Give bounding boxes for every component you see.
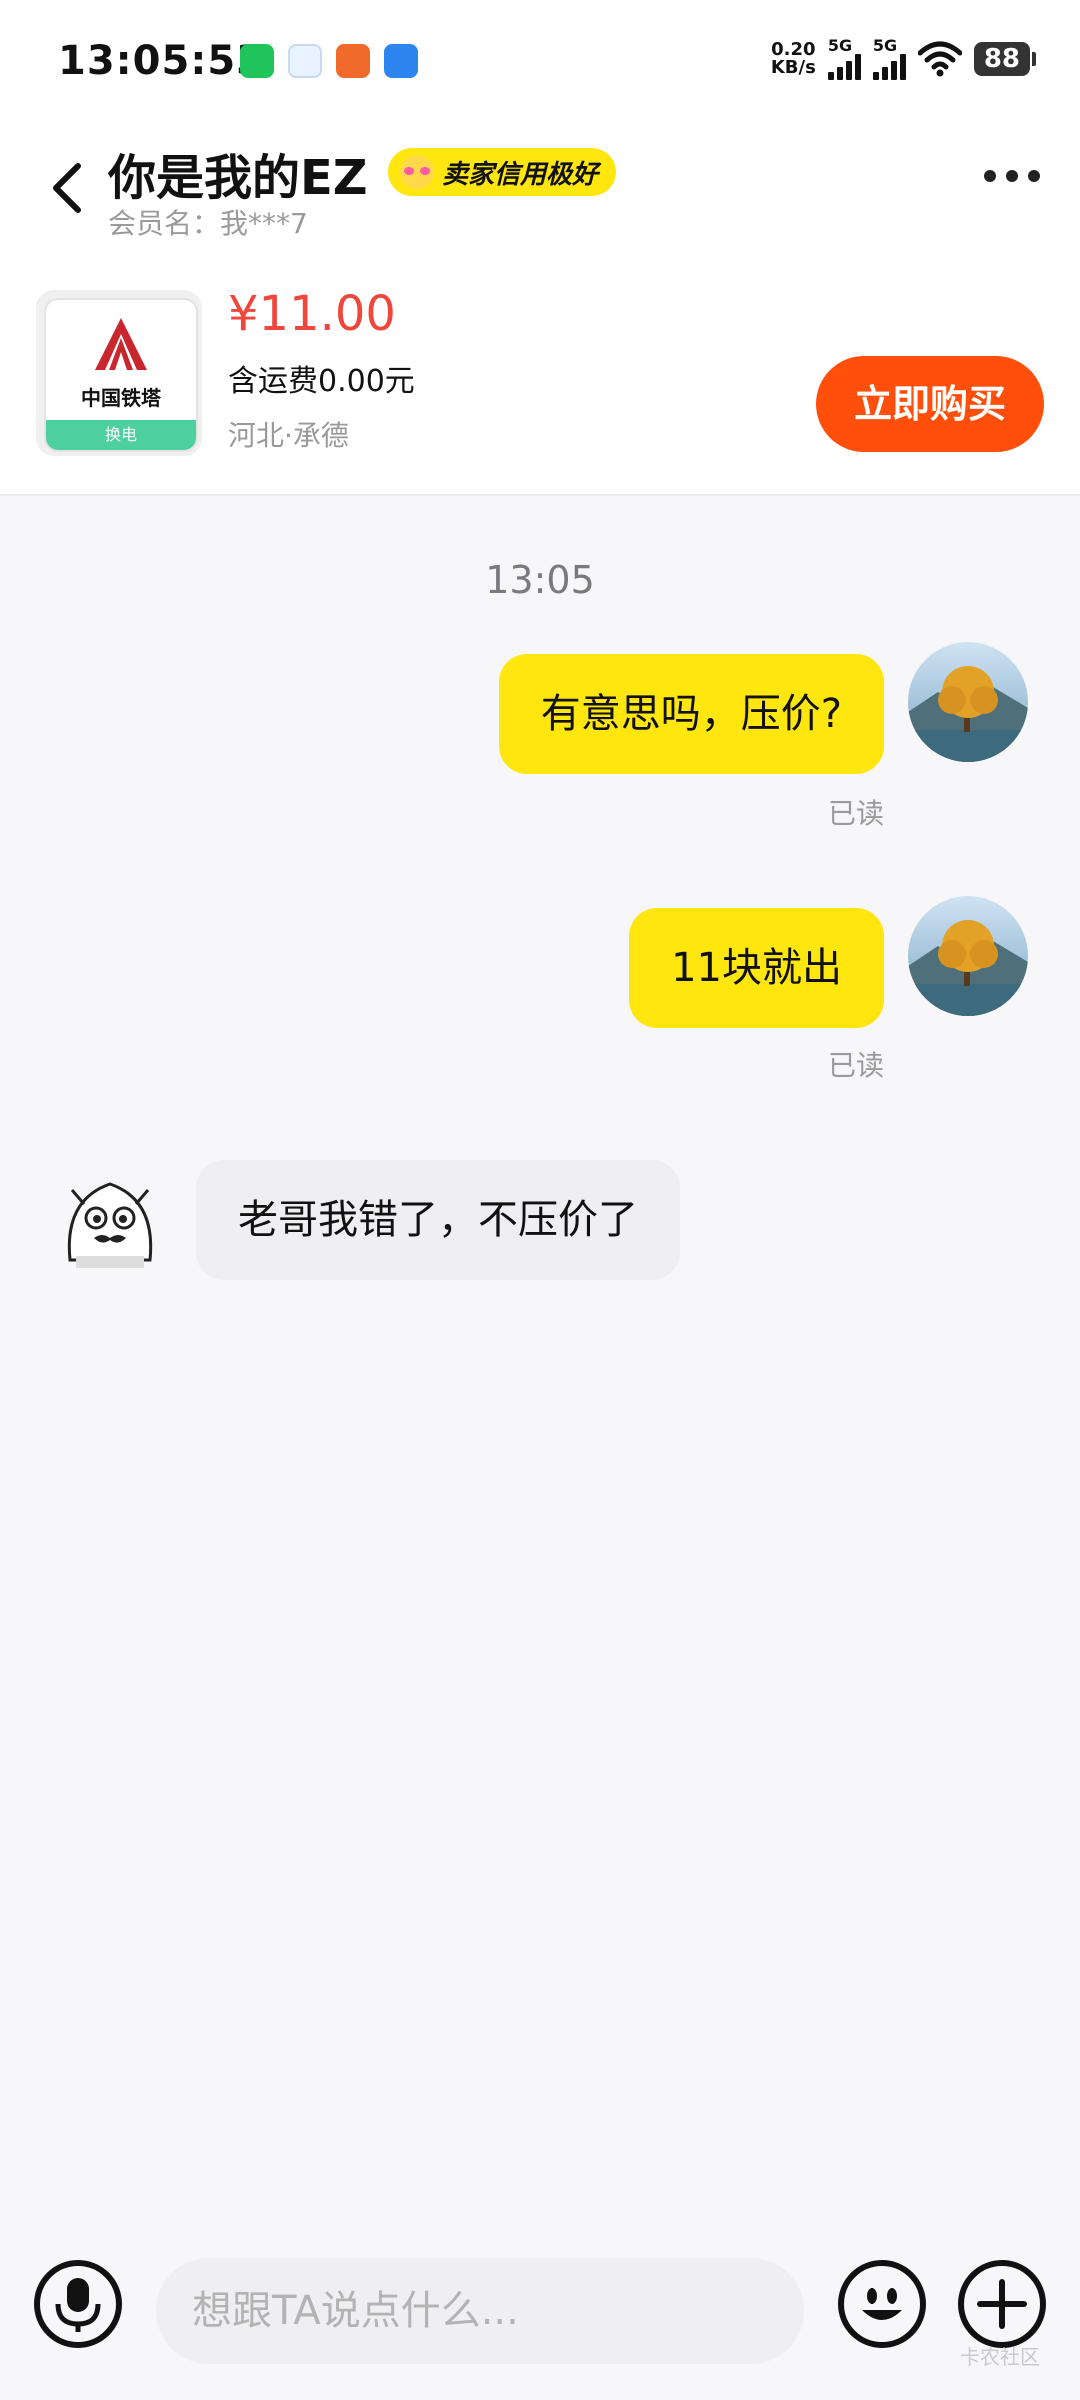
cartoon-avatar-icon (67, 1182, 153, 1268)
notification-icons (240, 44, 418, 78)
wifi-icon (917, 41, 962, 77)
outgoing-message[interactable]: 有意思吗，压价? (498, 654, 884, 774)
status-bar: 13:05:53 0.20 KB/s 5G 5G 88 (0, 0, 1080, 130)
time-separator: 13:05 (485, 558, 595, 602)
status-time: 13:05:53 (58, 38, 265, 84)
my-avatar[interactable] (908, 642, 1028, 762)
product-thumb-footer: 换电 (46, 420, 196, 450)
tower-logo-icon (95, 318, 147, 370)
seller-avatar[interactable] (50, 1160, 170, 1280)
read-status: 已读 (828, 797, 885, 830)
buy-now-button[interactable]: 立即购买 (816, 356, 1044, 452)
more-options-icon[interactable] (984, 170, 1040, 182)
product-price: ¥11.00 (228, 286, 396, 342)
input-bar: 卡农社区 (0, 2230, 1080, 2400)
network-speed-unit: KB/s (770, 57, 816, 78)
heart-eyes-icon (400, 155, 434, 189)
watermark: 卡农社区 (960, 2345, 1040, 2369)
back-arrow-icon[interactable] (40, 158, 100, 218)
emoji-button[interactable] (838, 2260, 926, 2348)
outgoing-message[interactable]: 11块就出 (629, 908, 884, 1028)
product-location: 河北·承德 (228, 419, 349, 452)
member-name: 会员名：我***7 (108, 207, 308, 240)
signal-icon: 5G (872, 36, 906, 80)
read-status: 已读 (828, 1049, 885, 1082)
battery-icon: 88 (973, 42, 1037, 76)
message-input[interactable] (156, 2258, 804, 2364)
app-notification-icon (336, 44, 370, 78)
map-icon (288, 44, 322, 78)
wechat-icon (240, 44, 274, 78)
network-speed: 0.20 KB/s (771, 41, 816, 77)
signal-label: 5G (827, 36, 853, 55)
product-thumbnail[interactable]: 中国铁塔 换电 (36, 290, 202, 456)
seller-credit-badge: 卖家信用极好 (388, 148, 617, 196)
microphone-icon (55, 2278, 101, 2332)
tree-avatar-icon (908, 642, 1028, 762)
smiley-icon (862, 2288, 902, 2320)
product-shipping: 含运费0.00元 (228, 364, 415, 399)
chat-header: 你是我的EZ 卖家信用极好 会员名：我***7 (0, 130, 1080, 250)
signal-icon: 5G (827, 36, 861, 80)
seller-credit-label: 卖家信用极好 (442, 159, 599, 190)
plus-icon (977, 2279, 1027, 2329)
microphone-button[interactable] (34, 2260, 122, 2348)
chat-title: 你是我的EZ (108, 150, 368, 206)
product-thumb-name: 中国铁塔 (81, 386, 161, 410)
signal-label: 5G (872, 36, 898, 55)
product-card[interactable]: 中国铁塔 换电 ¥11.00 含运费0.00元 河北·承德 立即购买 (0, 250, 1080, 496)
incoming-message[interactable]: 老哥我错了，不压价了 (196, 1160, 680, 1280)
more-actions-button[interactable] (958, 2260, 1046, 2348)
status-indicators: 0.20 KB/s 5G 5G 88 (771, 36, 1037, 80)
settings-app-icon (384, 44, 418, 78)
my-avatar[interactable] (908, 896, 1028, 1016)
tree-avatar-icon (908, 896, 1028, 1016)
